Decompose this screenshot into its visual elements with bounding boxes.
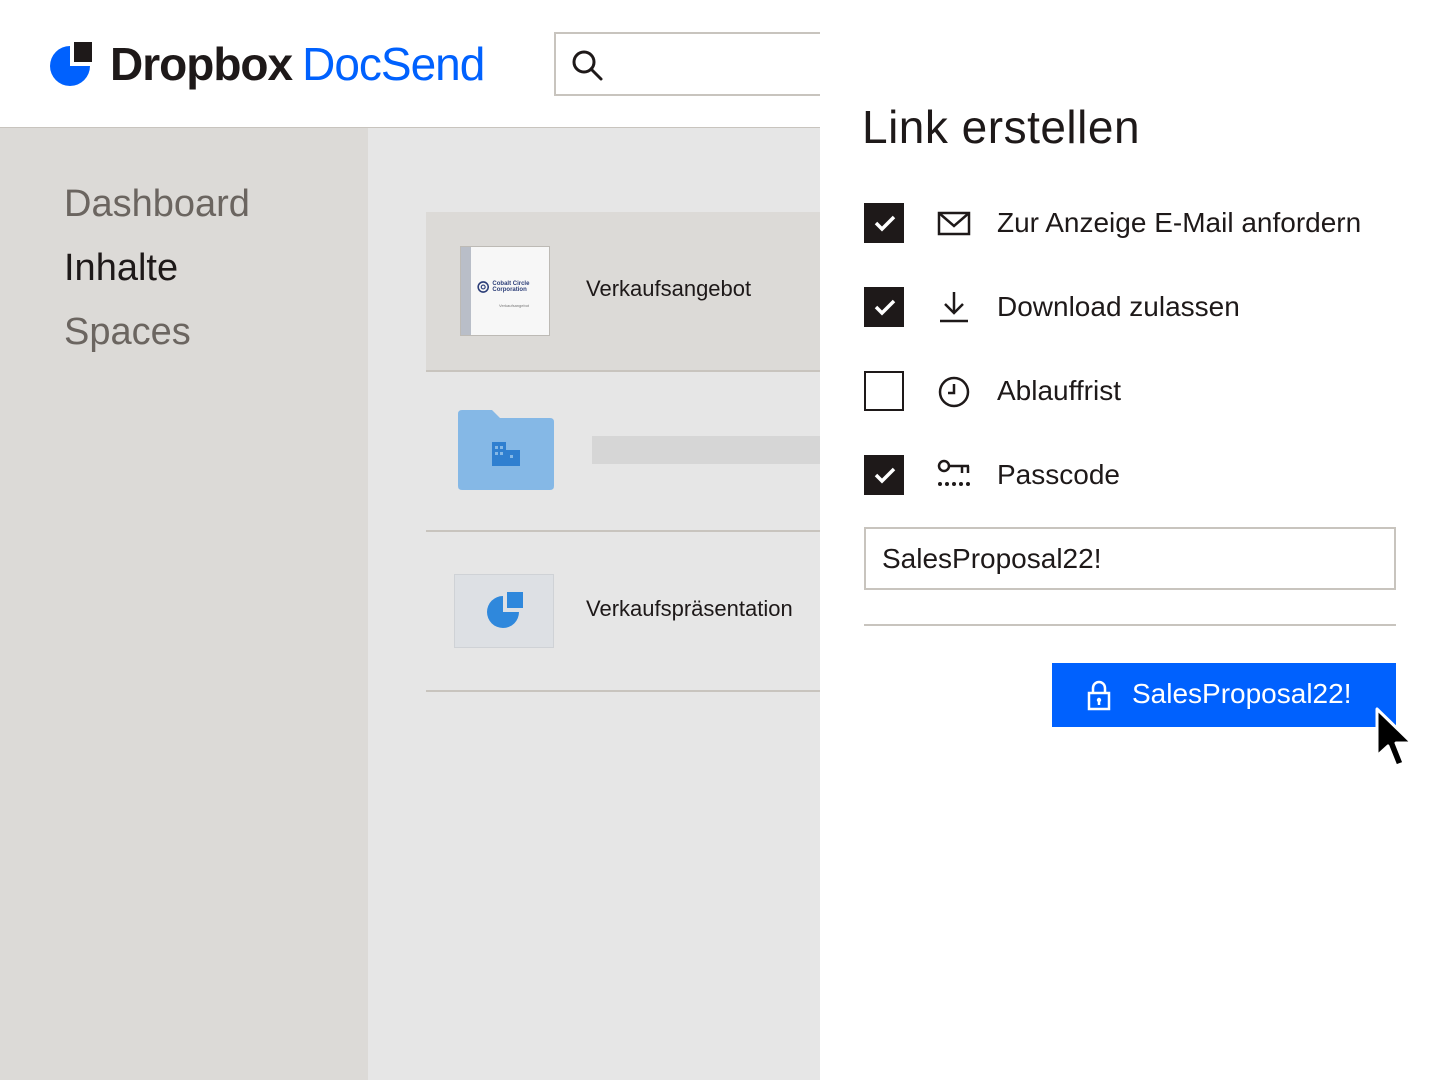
brand-secondary: DocSend bbox=[302, 38, 485, 90]
require-email-checkbox[interactable] bbox=[864, 203, 904, 243]
document-thumbnail: Cobalt Circle Corporation Verkaufsangebo… bbox=[460, 246, 550, 336]
docsend-logo-icon bbox=[50, 42, 92, 86]
sidebar: Dashboard Inhalte Spaces bbox=[0, 128, 368, 1080]
app-header: Dropbox DocSend bbox=[0, 0, 854, 128]
company-logo: Cobalt Circle Corporation bbox=[477, 279, 549, 295]
lock-icon bbox=[1087, 680, 1111, 711]
option-passcode: Passcode bbox=[864, 455, 1424, 495]
passcode-field[interactable] bbox=[864, 527, 1396, 590]
require-email-label: Zur Anzeige E-Mail anfordern bbox=[997, 207, 1362, 238]
list-item-verkaufsangebot[interactable]: Cobalt Circle Corporation Verkaufsangebo… bbox=[426, 212, 820, 372]
mouse-cursor-icon bbox=[1375, 707, 1414, 768]
passcode-label: Passcode bbox=[997, 459, 1120, 490]
sidebar-item-spaces[interactable]: Spaces bbox=[64, 310, 191, 354]
sidebar-item-inhalte[interactable]: Inhalte bbox=[64, 246, 178, 290]
option-require-email: Zur Anzeige E-Mail anfordern bbox=[864, 203, 1424, 243]
list-item-verkaufspraesentation[interactable]: Verkaufspräsentation bbox=[426, 532, 820, 692]
option-expiration: Ablauffrist bbox=[864, 371, 1424, 411]
folder-icon bbox=[458, 410, 554, 490]
clock-icon bbox=[938, 376, 970, 408]
content-list: Cobalt Circle Corporation Verkaufsangebo… bbox=[368, 128, 832, 1080]
title-placeholder bbox=[592, 436, 832, 464]
dropbox-docsend-logo[interactable]: Dropbox DocSend bbox=[50, 41, 485, 87]
allow-download-label: Download zulassen bbox=[997, 291, 1240, 322]
expiration-label: Ablauffrist bbox=[997, 375, 1121, 406]
company-name: Cobalt Circle Corporation bbox=[492, 281, 530, 293]
expiration-checkbox[interactable] bbox=[864, 371, 904, 411]
passcode-checkbox[interactable] bbox=[864, 455, 904, 495]
allow-download-checkbox[interactable] bbox=[864, 287, 904, 327]
document-subtitle: Verkaufsangebot bbox=[499, 303, 530, 308]
cobalt-circle-logo-icon bbox=[477, 281, 490, 293]
item-title: Verkaufsangebot bbox=[586, 276, 752, 301]
checkmark-icon bbox=[874, 467, 896, 484]
sidebar-item-dashboard[interactable]: Dashboard bbox=[64, 182, 250, 226]
checkmark-icon bbox=[874, 299, 896, 316]
search-icon bbox=[572, 50, 603, 81]
presentation-thumbnail bbox=[454, 574, 554, 648]
item-title: Verkaufspräsentation bbox=[586, 596, 793, 621]
search-input[interactable] bbox=[554, 32, 854, 96]
checkmark-icon bbox=[874, 215, 896, 232]
brand-name: Dropbox DocSend bbox=[110, 41, 485, 87]
list-item-folder[interactable] bbox=[426, 372, 832, 532]
create-link-button-label: SalesProposal22! bbox=[1132, 678, 1352, 709]
create-link-panel: Link erstellen Zur Anzeige E-Mail anford… bbox=[820, 0, 1440, 1080]
create-link-button[interactable]: SalesProposal22! bbox=[1052, 663, 1396, 727]
mail-icon bbox=[937, 211, 971, 236]
panel-title: Link erstellen bbox=[862, 101, 1141, 153]
brand-primary: Dropbox bbox=[110, 38, 293, 90]
option-allow-download: Download zulassen bbox=[864, 287, 1424, 327]
docsend-pie-icon bbox=[487, 592, 523, 628]
divider bbox=[864, 624, 1396, 626]
download-icon bbox=[940, 292, 968, 323]
document-spine bbox=[461, 247, 471, 335]
key-icon bbox=[937, 459, 970, 486]
